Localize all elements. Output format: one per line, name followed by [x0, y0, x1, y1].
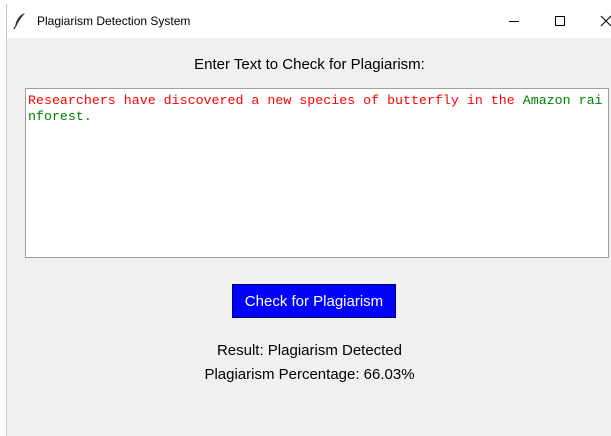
- title-bar[interactable]: Plagiarism Detection System: [7, 4, 611, 38]
- close-button[interactable]: [583, 4, 611, 38]
- highlighted-text-segment: Researchers have discovered a new specie…: [28, 93, 523, 108]
- input-prompt-label: Enter Text to Check for Plagiarism:: [194, 56, 425, 73]
- check-plagiarism-button[interactable]: Check for Plagiarism: [232, 284, 396, 318]
- maximize-icon: [554, 15, 566, 27]
- feather-icon: [13, 12, 27, 30]
- minimize-icon: [508, 15, 520, 27]
- percentage-label: Plagiarism Percentage: 66.03%: [204, 366, 415, 383]
- result-label: Result: Plagiarism Detected: [216, 342, 403, 359]
- app-window: Plagiarism Detection System Enter Text t…: [6, 4, 611, 436]
- minimize-button[interactable]: [491, 4, 537, 38]
- window-title: Plagiarism Detection System: [37, 14, 191, 28]
- maximize-button[interactable]: [537, 4, 583, 38]
- close-icon: [600, 15, 611, 27]
- text-input-area[interactable]: Researchers have discovered a new specie…: [25, 88, 609, 258]
